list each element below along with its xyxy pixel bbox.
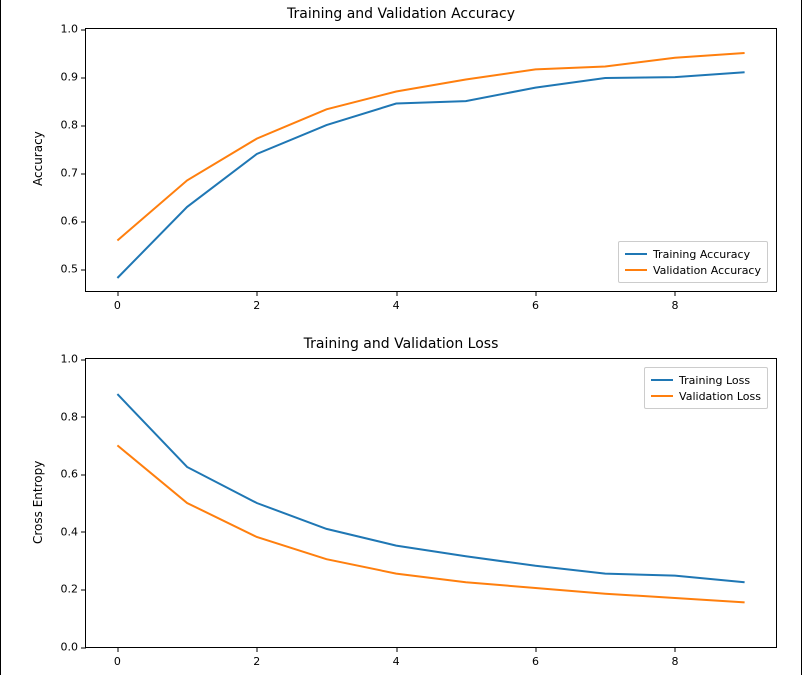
y-tick: 0.9 xyxy=(61,71,87,84)
y-axis-label: Accuracy xyxy=(31,131,45,186)
legend-item: Validation Loss xyxy=(651,388,761,404)
legend-label: Validation Loss xyxy=(679,390,761,403)
y-tick: 0.2 xyxy=(61,583,87,596)
legend-item: Training Accuracy xyxy=(625,246,761,262)
x-tick: 2 xyxy=(253,291,260,312)
x-tick: 0 xyxy=(114,291,121,312)
series-line xyxy=(117,394,744,582)
chart-title: Training and Validation Accuracy xyxy=(1,6,801,22)
y-tick: 1.0 xyxy=(61,23,87,36)
x-tick: 8 xyxy=(671,291,678,312)
y-tick: 0.6 xyxy=(61,468,87,481)
y-tick: 0.4 xyxy=(61,525,87,538)
chart-title: Training and Validation Loss xyxy=(1,336,801,352)
legend-swatch xyxy=(625,269,647,271)
x-tick: 0 xyxy=(114,647,121,668)
subplot-loss: Training and Validation Loss Training Lo… xyxy=(1,330,801,675)
y-axis-label: Cross Entropy xyxy=(31,461,45,544)
legend-loss: Training Loss Validation Loss xyxy=(644,367,768,409)
plot-area-loss: Training LossValidation Loss 0.00.20.40.… xyxy=(85,358,777,648)
x-tick: 4 xyxy=(393,647,400,668)
y-tick: 0.8 xyxy=(61,119,87,132)
legend-label: Training Loss xyxy=(679,374,750,387)
subplot-accuracy: Training and Validation Accuracy Trainin… xyxy=(1,0,801,330)
legend-swatch xyxy=(651,395,673,397)
legend-accuracy: Training Accuracy Validation Accuracy xyxy=(618,241,768,283)
legend-swatch xyxy=(625,253,647,255)
series-line xyxy=(117,53,744,241)
legend-label: Training Accuracy xyxy=(653,248,750,261)
y-tick: 0.0 xyxy=(61,641,87,654)
y-tick: 0.6 xyxy=(61,215,87,228)
x-tick: 6 xyxy=(532,647,539,668)
x-tick: 8 xyxy=(671,647,678,668)
legend-item: Validation Accuracy xyxy=(625,262,761,278)
legend-item: Training Loss xyxy=(651,372,761,388)
y-tick: 1.0 xyxy=(61,353,87,366)
y-tick: 0.5 xyxy=(61,263,87,276)
x-tick: 4 xyxy=(393,291,400,312)
figure: Training and Validation Accuracy Trainin… xyxy=(0,0,802,675)
legend-label: Validation Accuracy xyxy=(653,264,761,277)
y-tick: 0.7 xyxy=(61,167,87,180)
x-tick: 2 xyxy=(253,647,260,668)
y-tick: 0.8 xyxy=(61,410,87,423)
series-line xyxy=(117,445,744,602)
plot-area-accuracy: Training AccuracyValidation Accuracy 0.5… xyxy=(85,28,777,292)
x-tick: 6 xyxy=(532,291,539,312)
legend-swatch xyxy=(651,379,673,381)
